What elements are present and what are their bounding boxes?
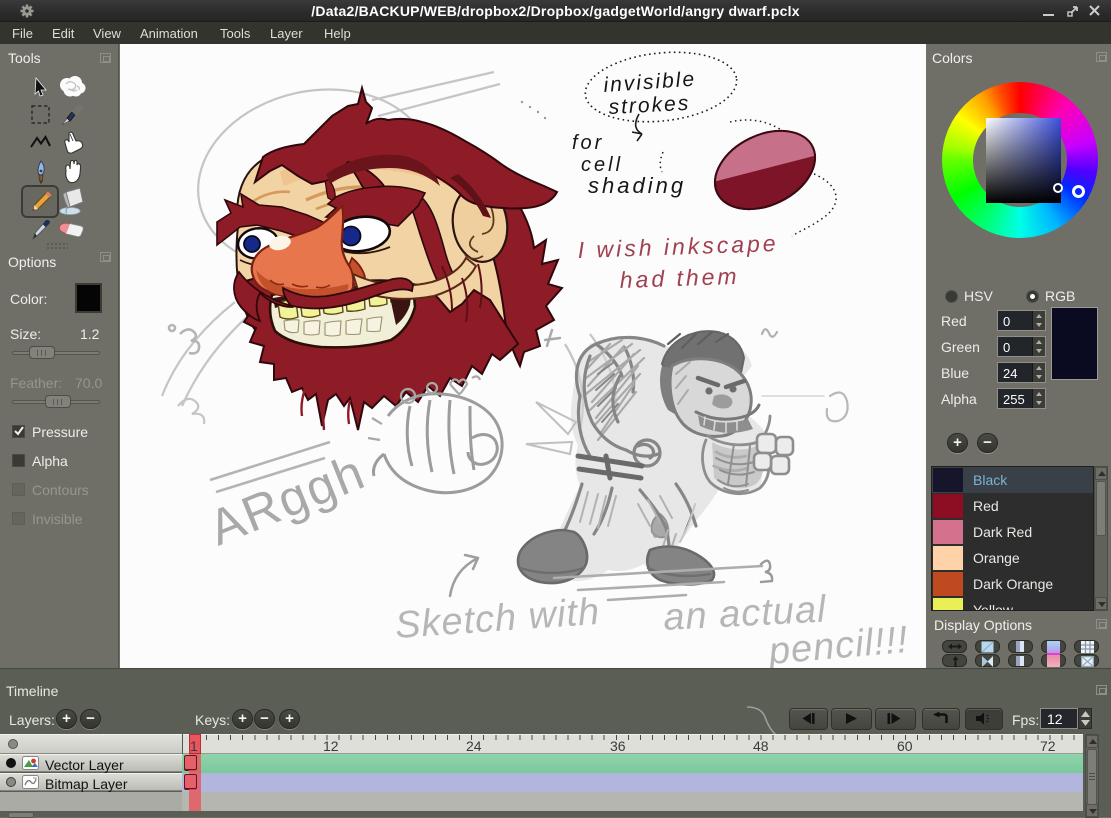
svg-text:had them: had them bbox=[619, 263, 740, 293]
svg-text:I wish inkscape: I wish inkscape bbox=[577, 230, 779, 263]
svg-text:shading: shading bbox=[588, 173, 686, 198]
svg-text:strokes: strokes bbox=[608, 92, 691, 119]
svg-text:ARggh: ARggh bbox=[201, 443, 373, 556]
svg-text:for: for bbox=[572, 132, 604, 154]
svg-text:Sketch with: Sketch with bbox=[394, 591, 602, 647]
